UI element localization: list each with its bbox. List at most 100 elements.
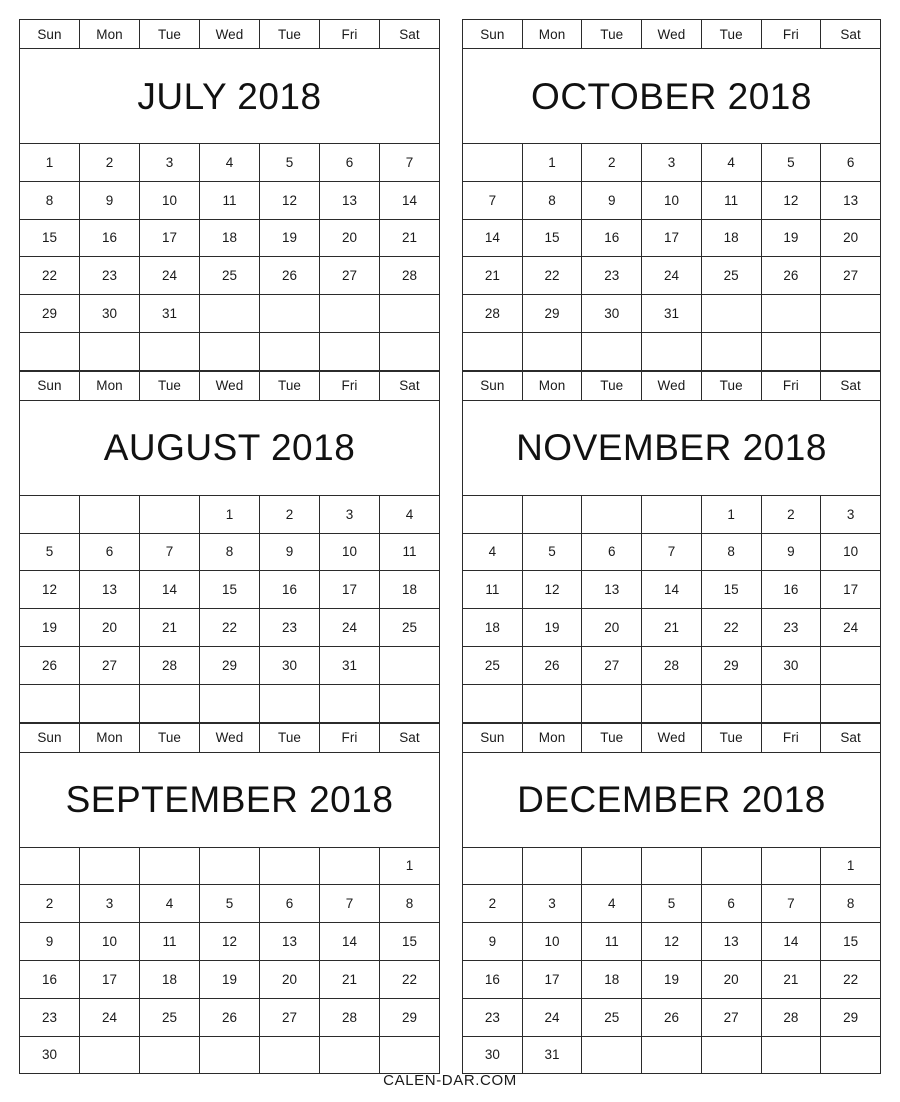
day-cell[interactable]: 21 [139,608,200,647]
day-cell[interactable]: 15 [19,218,80,258]
day-cell[interactable]: 19 [199,959,260,999]
day-cell[interactable]: 8 [19,180,80,220]
day-cell[interactable]: 10 [641,180,702,220]
day-cell[interactable]: 8 [700,532,762,572]
day-cell[interactable]: 3 [319,494,380,534]
day-cell[interactable]: 11 [139,922,200,961]
day-cell[interactable]: 22 [820,959,881,999]
day-cell[interactable]: 26 [521,645,583,685]
day-cell[interactable]: 17 [139,218,200,258]
day-cell[interactable]: 18 [700,218,762,258]
day-cell[interactable]: 25 [379,608,440,647]
day-cell[interactable]: 20 [319,218,380,258]
day-cell[interactable]: 13 [820,180,881,220]
day-cell[interactable]: 21 [641,608,702,647]
day-cell[interactable]: 23 [760,608,822,647]
day-cell[interactable]: 27 [79,645,140,685]
day-cell[interactable]: 2 [581,143,643,182]
day-cell[interactable]: 22 [19,256,80,296]
day-cell[interactable]: 2 [760,494,822,534]
day-cell[interactable]: 15 [820,922,881,961]
day-cell[interactable]: 30 [462,1035,523,1075]
day-cell[interactable]: 2 [259,494,320,534]
day-cell[interactable]: 17 [641,218,702,258]
day-cell[interactable]: 25 [581,997,643,1037]
day-cell[interactable]: 11 [581,922,643,961]
day-cell[interactable]: 25 [700,256,762,296]
day-cell[interactable]: 9 [259,532,320,572]
day-cell[interactable]: 4 [700,143,762,182]
day-cell[interactable]: 6 [700,884,762,924]
day-cell[interactable]: 9 [760,532,822,572]
day-cell[interactable]: 4 [581,884,643,924]
day-cell[interactable]: 23 [581,256,643,296]
day-cell[interactable]: 19 [760,218,822,258]
day-cell[interactable]: 7 [319,884,380,924]
day-cell[interactable]: 4 [139,884,200,924]
day-cell[interactable]: 23 [259,608,320,647]
day-cell[interactable]: 1 [820,846,881,886]
day-cell[interactable]: 28 [462,294,523,333]
day-cell[interactable]: 29 [199,645,260,685]
day-cell[interactable]: 15 [199,570,260,610]
day-cell[interactable]: 17 [319,570,380,610]
day-cell[interactable]: 29 [700,645,762,685]
day-cell[interactable]: 13 [581,570,643,610]
day-cell[interactable]: 4 [379,494,440,534]
day-cell[interactable]: 14 [641,570,702,610]
day-cell[interactable]: 28 [139,645,200,685]
day-cell[interactable]: 6 [259,884,320,924]
day-cell[interactable]: 8 [379,884,440,924]
day-cell[interactable]: 12 [641,922,702,961]
day-cell[interactable]: 4 [199,143,260,182]
day-cell[interactable]: 18 [379,570,440,610]
day-cell[interactable]: 15 [700,570,762,610]
day-cell[interactable]: 26 [760,256,822,296]
day-cell[interactable]: 28 [379,256,440,296]
day-cell[interactable]: 3 [641,143,702,182]
day-cell[interactable]: 3 [521,884,583,924]
day-cell[interactable]: 24 [641,256,702,296]
day-cell[interactable]: 29 [820,997,881,1037]
day-cell[interactable]: 26 [641,997,702,1037]
day-cell[interactable]: 21 [379,218,440,258]
day-cell[interactable]: 31 [641,294,702,333]
day-cell[interactable]: 31 [139,294,200,333]
day-cell[interactable]: 16 [19,959,80,999]
day-cell[interactable]: 20 [820,218,881,258]
day-cell[interactable]: 22 [379,959,440,999]
day-cell[interactable]: 5 [19,532,80,572]
day-cell[interactable]: 18 [581,959,643,999]
day-cell[interactable]: 9 [581,180,643,220]
day-cell[interactable]: 24 [521,997,583,1037]
day-cell[interactable]: 11 [379,532,440,572]
day-cell[interactable]: 10 [521,922,583,961]
day-cell[interactable]: 30 [760,645,822,685]
day-cell[interactable]: 6 [319,143,380,182]
day-cell[interactable]: 17 [820,570,881,610]
day-cell[interactable]: 29 [19,294,80,333]
day-cell[interactable]: 5 [199,884,260,924]
day-cell[interactable]: 10 [79,922,140,961]
day-cell[interactable]: 14 [462,218,523,258]
day-cell[interactable]: 16 [462,959,523,999]
day-cell[interactable]: 16 [79,218,140,258]
day-cell[interactable]: 13 [259,922,320,961]
day-cell[interactable]: 1 [521,143,583,182]
day-cell[interactable]: 15 [521,218,583,258]
day-cell[interactable]: 2 [79,143,140,182]
day-cell[interactable]: 1 [19,143,80,182]
day-cell[interactable]: 25 [199,256,260,296]
day-cell[interactable]: 9 [79,180,140,220]
day-cell[interactable]: 27 [820,256,881,296]
day-cell[interactable]: 11 [462,570,523,610]
day-cell[interactable]: 7 [760,884,822,924]
day-cell[interactable]: 30 [19,1035,80,1075]
day-cell[interactable]: 30 [259,645,320,685]
day-cell[interactable]: 5 [760,143,822,182]
day-cell[interactable]: 11 [199,180,260,220]
day-cell[interactable]: 31 [319,645,380,685]
day-cell[interactable]: 12 [199,922,260,961]
day-cell[interactable]: 20 [700,959,762,999]
day-cell[interactable]: 27 [259,997,320,1037]
